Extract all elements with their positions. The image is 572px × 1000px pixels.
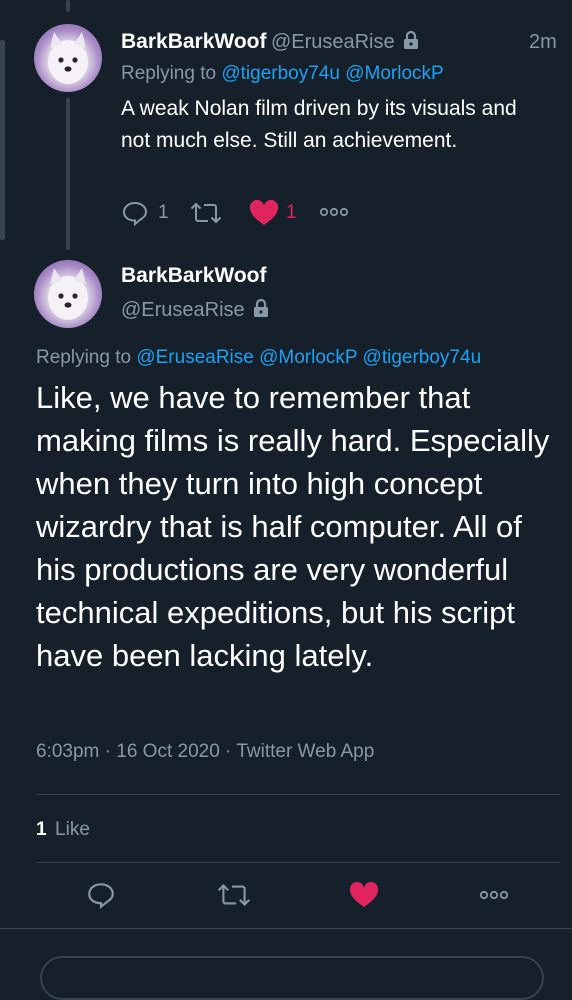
like-button[interactable] <box>248 199 280 232</box>
divider <box>36 794 560 795</box>
replying-to: Replying to @EruseaRise @MorlockP @tiger… <box>36 347 481 369</box>
more-button[interactable] <box>319 205 349 224</box>
retweet-button[interactable] <box>189 199 223 232</box>
author-handle[interactable]: @EruseaRise <box>121 299 245 321</box>
time-ago[interactable]: 2m <box>529 31 557 54</box>
mention-link[interactable]: @tigerboy74u <box>221 63 340 84</box>
tweet-text: A weak Nolan film driven by its visuals … <box>121 97 517 152</box>
more-icon <box>479 890 509 900</box>
tweet-header: BarkBarkWoof @EruseaRise <box>121 30 421 55</box>
reply-icon <box>88 883 114 910</box>
divider <box>36 862 560 863</box>
mention-link[interactable]: @tigerboy74u <box>363 347 482 368</box>
heart-icon <box>249 199 279 225</box>
author-handle[interactable]: @EruseaRise <box>271 31 395 53</box>
heart-icon <box>349 881 379 907</box>
more-icon <box>319 207 349 217</box>
main-action-bar <box>36 870 560 920</box>
retweet-icon <box>217 883 251 907</box>
reply-button[interactable] <box>86 880 116 915</box>
replying-prefix: Replying to <box>36 347 132 368</box>
replying-to: Replying to @tigerboy74u @MorlockP <box>121 63 444 85</box>
like-count: 1 <box>286 202 297 223</box>
author-name[interactable]: BarkBarkWoof <box>121 264 266 288</box>
thread-line <box>66 98 70 250</box>
author-name[interactable]: BarkBarkWoof <box>121 30 266 53</box>
divider <box>0 928 572 929</box>
tweet-text: Like, we have to remember that making fi… <box>36 380 550 673</box>
like-button[interactable] <box>348 880 380 915</box>
avatar[interactable] <box>34 24 102 92</box>
retweet-icon <box>190 202 222 224</box>
reply-count: 1 <box>158 202 169 223</box>
reply-icon <box>122 201 148 227</box>
lock-icon <box>401 30 421 55</box>
retweet-button[interactable] <box>216 880 252 915</box>
more-button[interactable] <box>478 888 510 907</box>
mention-link[interactable]: @MorlockP <box>259 347 357 368</box>
author-handle-row: @EruseaRise <box>121 298 271 323</box>
lock-icon <box>251 298 271 323</box>
mention-link[interactable]: @MorlockP <box>345 63 443 84</box>
like-stat[interactable]: 1 Like <box>36 819 90 841</box>
reply-button[interactable] <box>121 199 149 232</box>
tweet-timestamp[interactable]: 6:03pm · 16 Oct 2020 · Twitter Web App <box>36 741 374 763</box>
mention-link[interactable]: @EruseaRise <box>136 347 254 368</box>
avatar[interactable] <box>34 260 102 328</box>
like-stat-label: Like <box>55 819 90 840</box>
reply-composer[interactable] <box>40 956 544 1000</box>
replying-prefix: Replying to <box>121 63 217 84</box>
scrollbar[interactable] <box>0 40 5 240</box>
like-stat-count: 1 <box>36 819 47 840</box>
action-bar: 1 1 <box>121 196 451 230</box>
thread-line-top <box>66 0 70 12</box>
